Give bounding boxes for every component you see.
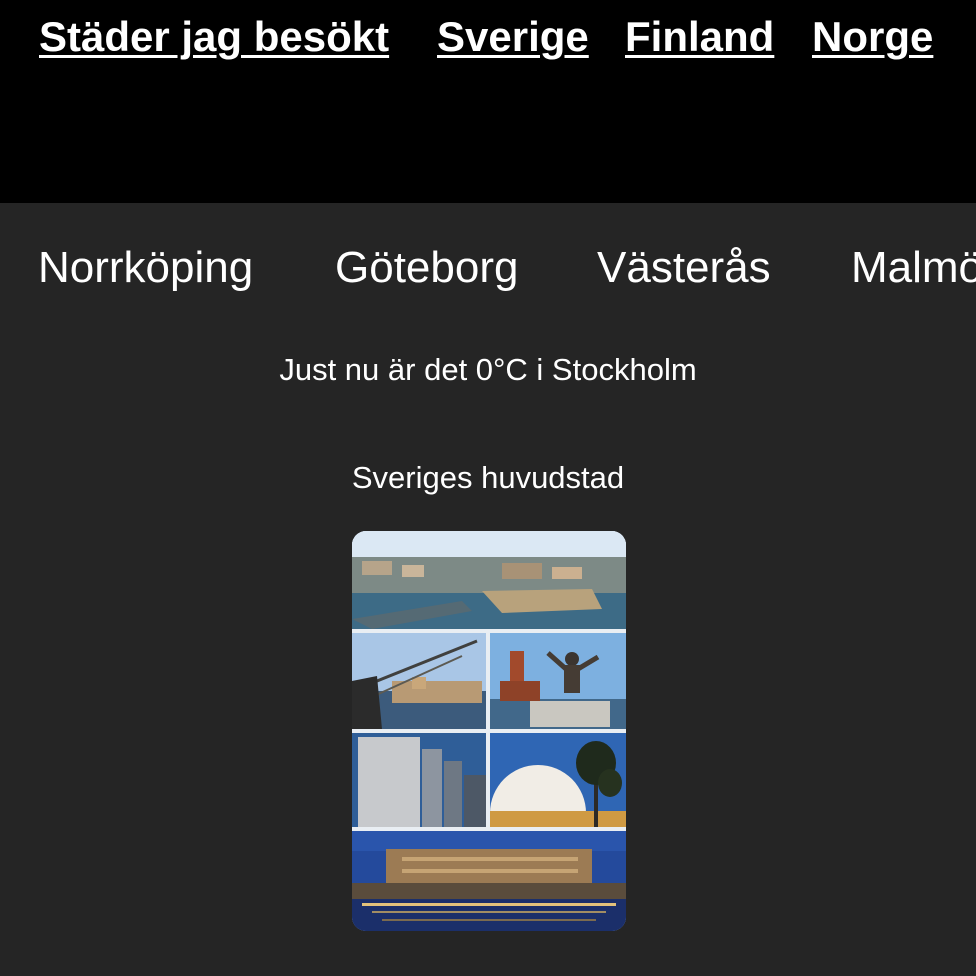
collage-panel-city-hall (490, 633, 626, 729)
top-nav-link-finland[interactable]: Finland (625, 13, 774, 61)
city-nav-link-norrkoping[interactable]: Norrköping (38, 243, 253, 293)
collage-panel-modern-buildings (352, 733, 486, 827)
feature-caption: Sveriges huvudstad (351, 460, 625, 495)
city-nav-link-goteborg[interactable]: Göteborg (335, 243, 518, 293)
top-nav-link-norway[interactable]: Norge (812, 13, 933, 61)
collage-panel-ship (352, 633, 486, 729)
collage-panel-panorama (352, 531, 626, 633)
city-nav-link-malmo[interactable]: Malmö (851, 243, 976, 293)
collage-panel-royal-palace (352, 831, 626, 931)
stockholm-collage-image (352, 531, 626, 931)
city-nav-link-vasteras[interactable]: Västerås (597, 243, 771, 293)
top-nav-link-sweden[interactable]: Sverige (437, 13, 589, 61)
top-nav-link-cities-visited[interactable]: Städer jag besökt (39, 13, 389, 61)
city-nav: Norrköping Göteborg Västerås Malmö (0, 203, 976, 333)
weather-text: Just nu är det 0°C i Stockholm (279, 352, 697, 387)
